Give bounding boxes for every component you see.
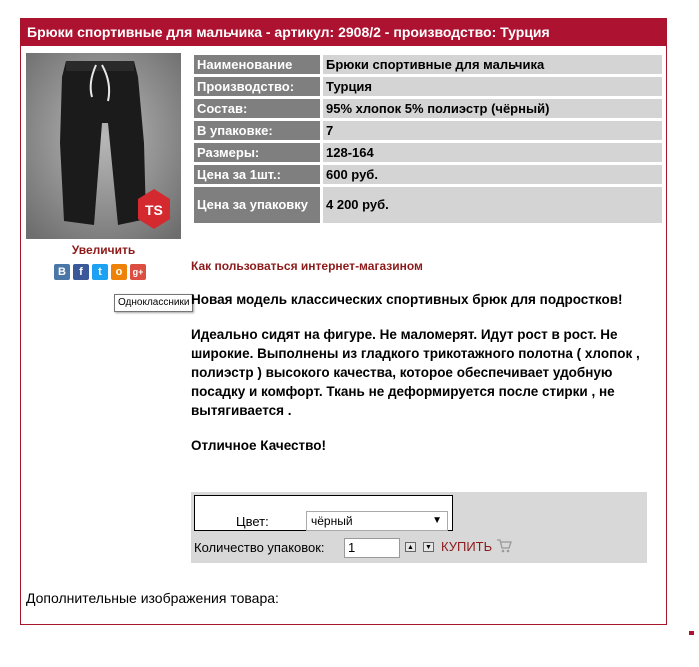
description-paragraph: Идеально сидят на фигуре. Не маломерят. …: [191, 327, 640, 418]
table-row: Цена за 1шт.: 600 руб.: [194, 165, 662, 184]
product-image[interactable]: TS: [26, 53, 181, 239]
quantity-down-icon[interactable]: ▼: [423, 542, 434, 552]
product-description: Новая модель классических спортивных брю…: [191, 290, 666, 471]
decoration-dot: [689, 631, 694, 635]
spec-key: Состав:: [194, 99, 320, 118]
spec-value: Турция: [323, 77, 662, 96]
table-row: Цена за упаковку 4 200 руб.: [194, 187, 662, 223]
vkontakte-icon[interactable]: B: [54, 264, 70, 280]
description-paragraph: Отличное Качество!: [191, 438, 327, 453]
color-value: чёрный: [311, 514, 353, 528]
table-row: Состав: 95% хлопок 5% полиэстр (чёрный): [194, 99, 662, 118]
spec-value: 95% хлопок 5% полиэстр (чёрный): [323, 99, 662, 118]
pants-image: TS: [26, 53, 181, 239]
table-row: Размеры: 128-164: [194, 143, 662, 162]
tooltip: Одноклассники: [114, 294, 194, 312]
table-row: Производство: Турция: [194, 77, 662, 96]
spec-value: 7: [323, 121, 662, 140]
buy-button[interactable]: КУПИТЬ: [441, 539, 512, 554]
spec-key: Размеры:: [194, 143, 320, 162]
spec-value: 4 200 руб.: [323, 187, 662, 223]
color-select[interactable]: чёрный ▼: [306, 511, 448, 531]
spec-value: Брюки спортивные для мальчика: [323, 55, 662, 74]
spec-key: Производство:: [194, 77, 320, 96]
twitter-icon[interactable]: t: [92, 264, 108, 280]
specs-table: Наименование Брюки спортивные для мальчи…: [191, 52, 665, 226]
odnoklassniki-icon[interactable]: о: [111, 264, 127, 280]
spec-key: Цена за упаковку: [194, 187, 320, 223]
quantity-up-icon[interactable]: ▲: [405, 542, 416, 552]
buy-label: КУПИТЬ: [441, 539, 493, 554]
table-row: В упаковке: 7: [194, 121, 662, 140]
order-form: Цвет: чёрный ▼ Количество упаковок: 1 ▲ …: [191, 492, 647, 563]
spec-key: Наименование: [194, 55, 320, 74]
spec-value: 128-164: [323, 143, 662, 162]
spec-key: В упаковке:: [194, 121, 320, 140]
svg-text:TS: TS: [145, 202, 163, 218]
cart-icon: [496, 539, 512, 553]
color-label: Цвет:: [236, 514, 269, 529]
chevron-down-icon: ▼: [432, 515, 442, 526]
facebook-icon[interactable]: f: [73, 264, 89, 280]
quantity-label: Количество упаковок:: [194, 540, 325, 555]
spec-key: Цена за 1шт.:: [194, 165, 320, 184]
spec-value: 600 руб.: [323, 165, 662, 184]
google-plus-icon[interactable]: g+: [130, 264, 146, 280]
enlarge-link[interactable]: Увеличить: [26, 243, 181, 257]
product-title: Брюки спортивные для мальчика - артикул:…: [21, 19, 666, 46]
social-share: B f t о g+: [54, 264, 146, 280]
howto-link[interactable]: Как пользоваться интернет-магазином: [191, 259, 423, 273]
description-paragraph: Новая модель классических спортивных брю…: [191, 292, 623, 307]
extra-images-label: Дополнительные изображения товара:: [26, 590, 279, 606]
color-box: Цвет: чёрный ▼: [194, 495, 453, 531]
quantity-input[interactable]: 1: [344, 538, 400, 558]
table-row: Наименование Брюки спортивные для мальчи…: [194, 55, 662, 74]
